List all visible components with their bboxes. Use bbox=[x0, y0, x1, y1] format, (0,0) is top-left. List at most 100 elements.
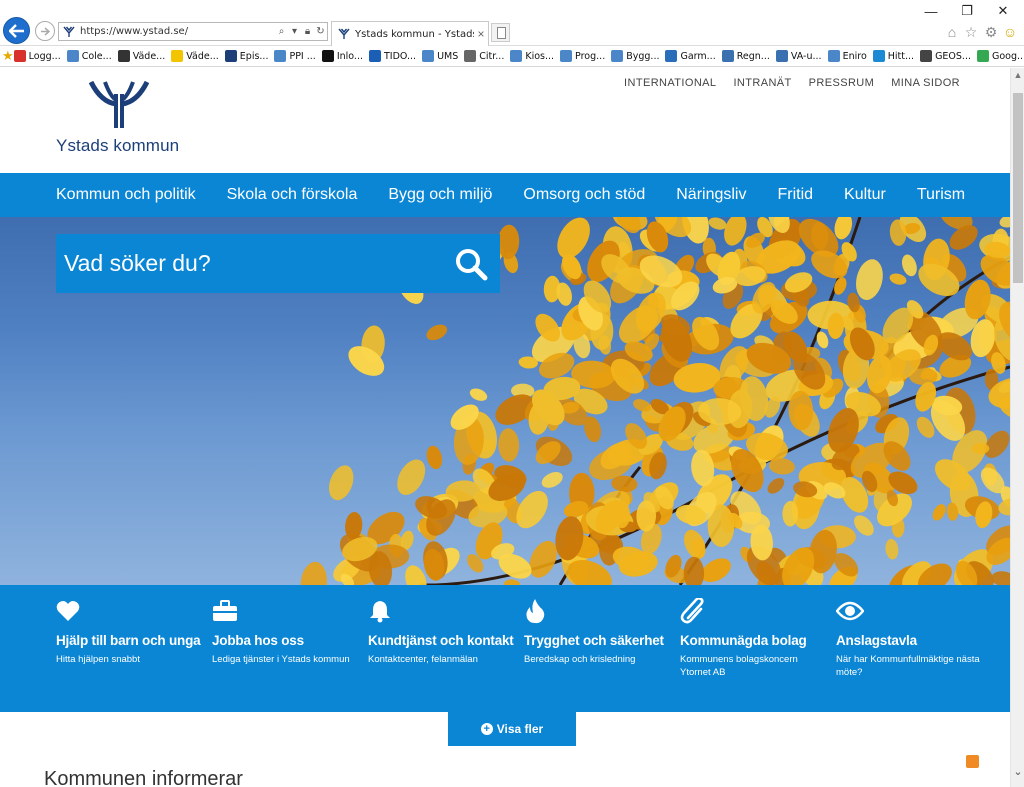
favorites-bar: ★ Logg... Cole... Väde... Väde... Epis... PPI… bbox=[0, 46, 1024, 67]
quick-links: Hjälp till barn och unga Hitta hjälpen s… bbox=[0, 585, 1010, 712]
top-links: INTERNATIONAL INTRANÄT PRESSRUM MINA SID… bbox=[624, 77, 960, 89]
favorite-label: Kios... bbox=[525, 50, 555, 62]
nav-turism[interactable]: Turism bbox=[917, 186, 965, 204]
home-icon[interactable]: ⌂ bbox=[943, 23, 961, 41]
favorite-item[interactable]: Bygg... bbox=[611, 50, 659, 62]
favorite-favicon-icon bbox=[274, 50, 287, 62]
quick-link-subtitle: Kommunens bolagskoncern Ytornet AB bbox=[680, 654, 798, 678]
favorite-item[interactable]: Hitt... bbox=[872, 50, 914, 62]
tab-close-icon[interactable]: × bbox=[474, 27, 488, 41]
favorite-item[interactable]: Eniro bbox=[827, 50, 867, 62]
favorite-item[interactable]: Garm... bbox=[665, 50, 716, 62]
nav-bygg-och-miljo[interactable]: Bygg och miljö bbox=[388, 186, 492, 204]
favorite-favicon-icon bbox=[977, 50, 989, 62]
favorite-item[interactable]: Inlo... bbox=[321, 50, 363, 62]
add-favorite-star-icon[interactable]: ★ bbox=[2, 48, 14, 64]
favorite-label: PPI ... bbox=[289, 50, 316, 62]
quick-link-subtitle: Hitta hjälpen snabbt bbox=[56, 654, 140, 665]
lock-icon[interactable]: 🔒︎ bbox=[301, 24, 314, 40]
quick-link-title: Kundtjänst och kontakt bbox=[368, 633, 514, 648]
browser-toolbar: https://www.ystad.se/ ⌕ ▾ 🔒︎ ↻ Ystads ko… bbox=[0, 0, 1024, 46]
tab-title: Ystads kommun - Ystads ko... bbox=[355, 28, 474, 40]
favorite-favicon-icon bbox=[560, 50, 573, 62]
nav-naringsliv[interactable]: Näringsliv bbox=[676, 186, 746, 204]
forward-button[interactable] bbox=[35, 21, 55, 41]
main-navigation: Kommun och politik Skola och förskola By… bbox=[0, 173, 1010, 217]
quick-link-jobba-hos-oss[interactable]: Jobba hos oss Lediga tjänster i Ystads k… bbox=[212, 597, 362, 666]
scrollbar-thumb[interactable] bbox=[1013, 93, 1023, 283]
search-icon[interactable]: ⌕ bbox=[275, 24, 288, 40]
paperclip-icon bbox=[680, 597, 708, 625]
nav-kommun-och-politik[interactable]: Kommun och politik bbox=[56, 186, 196, 204]
nav-fritid[interactable]: Fritid bbox=[777, 186, 813, 204]
quick-link-kundtjanst[interactable]: Kundtjänst och kontakt Kontaktcenter, fe… bbox=[368, 597, 518, 666]
visa-fler-button[interactable]: + Visa fler bbox=[448, 712, 576, 746]
favorite-favicon-icon bbox=[611, 50, 624, 62]
quick-link-anslagstavla[interactable]: Anslagstavla När har Kommunfullmäktige n… bbox=[836, 597, 986, 679]
favorite-item[interactable]: Logg... bbox=[13, 50, 61, 62]
back-button[interactable] bbox=[3, 17, 30, 44]
favorite-label: Goog... bbox=[992, 50, 1024, 62]
favorites-star-icon[interactable]: ☆ bbox=[962, 23, 980, 41]
quick-link-title: Hjälp till barn och unga bbox=[56, 633, 201, 648]
favorite-item[interactable]: Prog... bbox=[560, 50, 605, 62]
rss-icon[interactable] bbox=[966, 755, 979, 768]
close-window-button[interactable]: ✕ bbox=[992, 3, 1014, 19]
favorite-item[interactable]: Kios... bbox=[510, 50, 554, 62]
smiley-icon[interactable]: ☺ bbox=[1001, 23, 1019, 41]
scroll-down-icon[interactable]: ⌄ bbox=[1011, 765, 1024, 778]
nav-skola-och-forskola[interactable]: Skola och förskola bbox=[227, 186, 358, 204]
favorite-item[interactable]: Goog... bbox=[977, 50, 1024, 62]
dropdown-icon[interactable]: ▾ bbox=[288, 24, 301, 40]
url-text[interactable]: https://www.ystad.se/ bbox=[80, 26, 275, 37]
favorite-item[interactable]: Regn... bbox=[721, 50, 770, 62]
favorite-item[interactable]: Väde... bbox=[171, 50, 219, 62]
favorite-favicon-icon bbox=[422, 50, 435, 62]
refresh-icon[interactable]: ↻ bbox=[314, 24, 327, 40]
favorite-favicon-icon bbox=[872, 50, 885, 62]
top-link-international[interactable]: INTERNATIONAL bbox=[624, 77, 716, 89]
new-tab-button[interactable] bbox=[491, 23, 510, 42]
favorite-label: Cole... bbox=[81, 50, 112, 62]
favorite-favicon-icon bbox=[321, 50, 334, 62]
magnifier-icon bbox=[456, 248, 488, 280]
favorite-item[interactable]: VA-u... bbox=[775, 50, 822, 62]
web-page: Ystads kommun INTERNATIONAL INTRANÄT PRE… bbox=[0, 68, 1010, 787]
nav-kultur[interactable]: Kultur bbox=[844, 186, 886, 204]
favorite-item[interactable]: Citr... bbox=[464, 50, 504, 62]
favorite-item[interactable]: TIDO... bbox=[368, 50, 416, 62]
nav-omsorg-och-stod[interactable]: Omsorg och stöd bbox=[523, 186, 645, 204]
minimize-button[interactable]: — bbox=[920, 3, 942, 19]
quick-link-subtitle: Lediga tjänster i Ystads kommun bbox=[212, 654, 350, 665]
favorite-item[interactable]: PPI ... bbox=[274, 50, 316, 62]
quick-link-barn-och-unga[interactable]: Hjälp till barn och unga Hitta hjälpen s… bbox=[56, 597, 206, 666]
quick-link-kommunagda-bolag[interactable]: Kommunägda bolag Kommunens bolagskoncern… bbox=[680, 597, 830, 679]
restore-button[interactable]: ❐ bbox=[956, 3, 978, 19]
top-link-mina-sidor[interactable]: MINA SIDOR bbox=[891, 77, 960, 89]
search-input[interactable] bbox=[56, 234, 442, 293]
favorite-favicon-icon bbox=[224, 50, 237, 62]
favorite-label: Citr... bbox=[479, 50, 505, 62]
top-link-pressrum[interactable]: PRESSRUM bbox=[809, 77, 875, 89]
eye-icon bbox=[836, 597, 864, 625]
favorite-item[interactable]: UMS bbox=[422, 50, 458, 62]
address-bar[interactable]: https://www.ystad.se/ ⌕ ▾ 🔒︎ ↻ bbox=[58, 22, 328, 41]
favorite-item[interactable]: Väde... bbox=[117, 50, 165, 62]
favorite-item[interactable]: Epis... bbox=[224, 50, 268, 62]
vertical-scrollbar[interactable]: ▲ ⌄ bbox=[1010, 68, 1024, 787]
briefcase-icon bbox=[212, 597, 240, 625]
scroll-up-icon[interactable]: ▲ bbox=[1011, 70, 1024, 82]
favorite-favicon-icon bbox=[171, 50, 184, 62]
search-button[interactable] bbox=[442, 234, 500, 293]
favorite-favicon-icon bbox=[368, 50, 381, 62]
tab-ystads-kommun[interactable]: Ystads kommun - Ystads ko... × bbox=[331, 21, 489, 46]
favorite-label: Regn... bbox=[736, 50, 770, 62]
favorite-item[interactable]: GEOS... bbox=[920, 50, 971, 62]
top-link-intranat[interactable]: INTRANÄT bbox=[733, 77, 791, 89]
ystads-kommun-logo[interactable]: Ystads kommun bbox=[56, 80, 186, 160]
arrow-left-icon bbox=[8, 23, 24, 38]
quick-link-trygghet[interactable]: Trygghet och säkerhet Beredskap och kris… bbox=[524, 597, 674, 666]
site-header: Ystads kommun INTERNATIONAL INTRANÄT PRE… bbox=[0, 68, 1010, 173]
favorite-item[interactable]: Cole... bbox=[66, 50, 112, 62]
gear-icon[interactable]: ⚙ bbox=[982, 23, 1000, 41]
